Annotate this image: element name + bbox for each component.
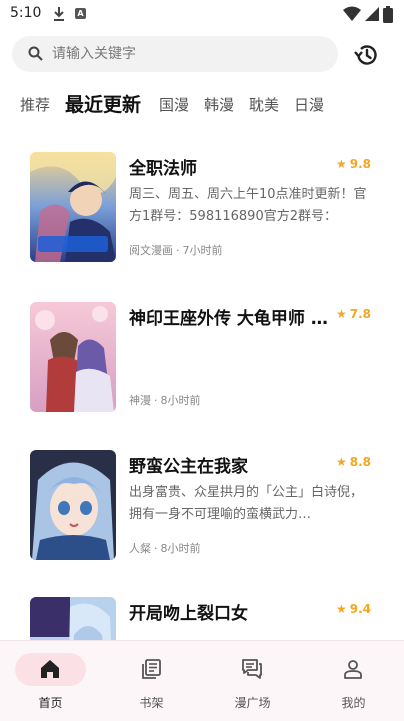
comic-cover bbox=[30, 450, 116, 560]
rating-value: 9.8 bbox=[349, 157, 372, 171]
comic-update-time: 8小时前 bbox=[160, 542, 201, 555]
nav-home[interactable]: 首页 bbox=[0, 641, 101, 721]
status-time: 5:10 bbox=[10, 5, 42, 21]
comic-title: 野蛮公主在我家 bbox=[129, 457, 248, 477]
chat-icon bbox=[242, 659, 262, 679]
nav-label: 书架 bbox=[139, 696, 164, 710]
comic-description bbox=[129, 334, 373, 378]
comic-description: 周三、周五、周六上午10点准时更新！官方1群号：598116890官方2群号： bbox=[129, 187, 367, 224]
comic-source: 神漫 bbox=[129, 394, 151, 407]
search-icon bbox=[28, 46, 43, 61]
comic-description: 出身富贵、众星拱月的「公主」白诗倪，拥有一身不可理喻的蛮横武力… bbox=[129, 485, 364, 522]
comic-update-time: 8小时前 bbox=[160, 394, 201, 407]
search-box[interactable] bbox=[12, 36, 338, 72]
wifi-icon bbox=[343, 6, 361, 21]
home-icon bbox=[41, 660, 59, 678]
star-icon: ★ bbox=[336, 455, 347, 469]
tab-recently-updated[interactable]: 最近更新 bbox=[65, 90, 141, 117]
comic-title: 全职法师 bbox=[129, 159, 197, 179]
notification-a-icon: A bbox=[75, 8, 86, 19]
history-button[interactable] bbox=[352, 41, 380, 69]
comic-meta: 人粲 · 8小时前 bbox=[129, 542, 201, 555]
comic-meta: 神漫 · 8小时前 bbox=[129, 394, 201, 407]
bottom-nav: 首页 书架 漫广场 我的 bbox=[0, 640, 404, 721]
comic-rating: ★ 7.8 bbox=[336, 307, 371, 321]
star-icon: ★ bbox=[336, 157, 347, 171]
rating-value: 7.8 bbox=[349, 307, 372, 321]
download-icon bbox=[54, 7, 64, 21]
comic-card[interactable]: 全职法师 ★ 9.8 周三、周五、周六上午10点准时更新！官方1群号：598116… bbox=[0, 140, 404, 270]
comic-rating: ★ 8.8 bbox=[336, 455, 371, 469]
nav-label: 漫广场 bbox=[234, 696, 271, 710]
comic-cover bbox=[30, 152, 116, 262]
comic-card[interactable]: 神印王座外传 大龟甲师 … ★ 7.8 神漫 · 8小时前 bbox=[0, 290, 404, 420]
comic-title: 开局吻上裂口女 bbox=[129, 604, 248, 624]
nav-profile[interactable]: 我的 bbox=[303, 641, 404, 721]
status-bar: 5:10 A bbox=[0, 0, 404, 28]
history-icon bbox=[354, 45, 377, 65]
star-icon: ★ bbox=[336, 307, 347, 321]
tab-recommend[interactable]: 推荐 bbox=[20, 94, 50, 115]
rating-value: 9.4 bbox=[349, 602, 372, 616]
tab-hanman[interactable]: 韩漫 bbox=[204, 94, 234, 115]
comic-card[interactable]: 野蛮公主在我家 ★ 8.8 出身富贵、众星拱月的「公主」白诗倪，拥有一身不可理喻的… bbox=[0, 438, 404, 568]
comic-rating: ★ 9.8 bbox=[336, 157, 371, 171]
comic-rating: ★ 9.4 bbox=[336, 602, 371, 616]
category-tabs: 推荐 最近更新 国漫 韩漫 耽美 日漫 bbox=[0, 88, 404, 120]
comic-cover bbox=[30, 302, 116, 412]
person-icon bbox=[344, 660, 362, 679]
bookshelf-icon bbox=[142, 659, 161, 679]
nav-square[interactable]: 漫广场 bbox=[202, 641, 303, 721]
comic-update-time: 7小时前 bbox=[182, 244, 223, 257]
signal-icon bbox=[365, 7, 379, 21]
search-input[interactable] bbox=[52, 36, 322, 72]
nav-label: 首页 bbox=[38, 696, 63, 710]
star-icon: ★ bbox=[336, 602, 347, 616]
tab-guoman[interactable]: 国漫 bbox=[159, 94, 189, 115]
comic-meta: 阅文漫画 · 7小时前 bbox=[129, 244, 223, 257]
nav-label: 我的 bbox=[341, 696, 366, 710]
rating-value: 8.8 bbox=[349, 455, 372, 469]
battery-icon bbox=[383, 6, 393, 23]
tab-danmei[interactable]: 耽美 bbox=[249, 94, 279, 115]
comic-title: 神印王座外传 大龟甲师 … bbox=[129, 309, 328, 329]
tab-riman[interactable]: 日漫 bbox=[294, 94, 324, 115]
comic-source: 阅文漫画 bbox=[129, 244, 173, 257]
comic-source: 人粲 bbox=[129, 542, 151, 555]
nav-bookshelf[interactable]: 书架 bbox=[101, 641, 202, 721]
